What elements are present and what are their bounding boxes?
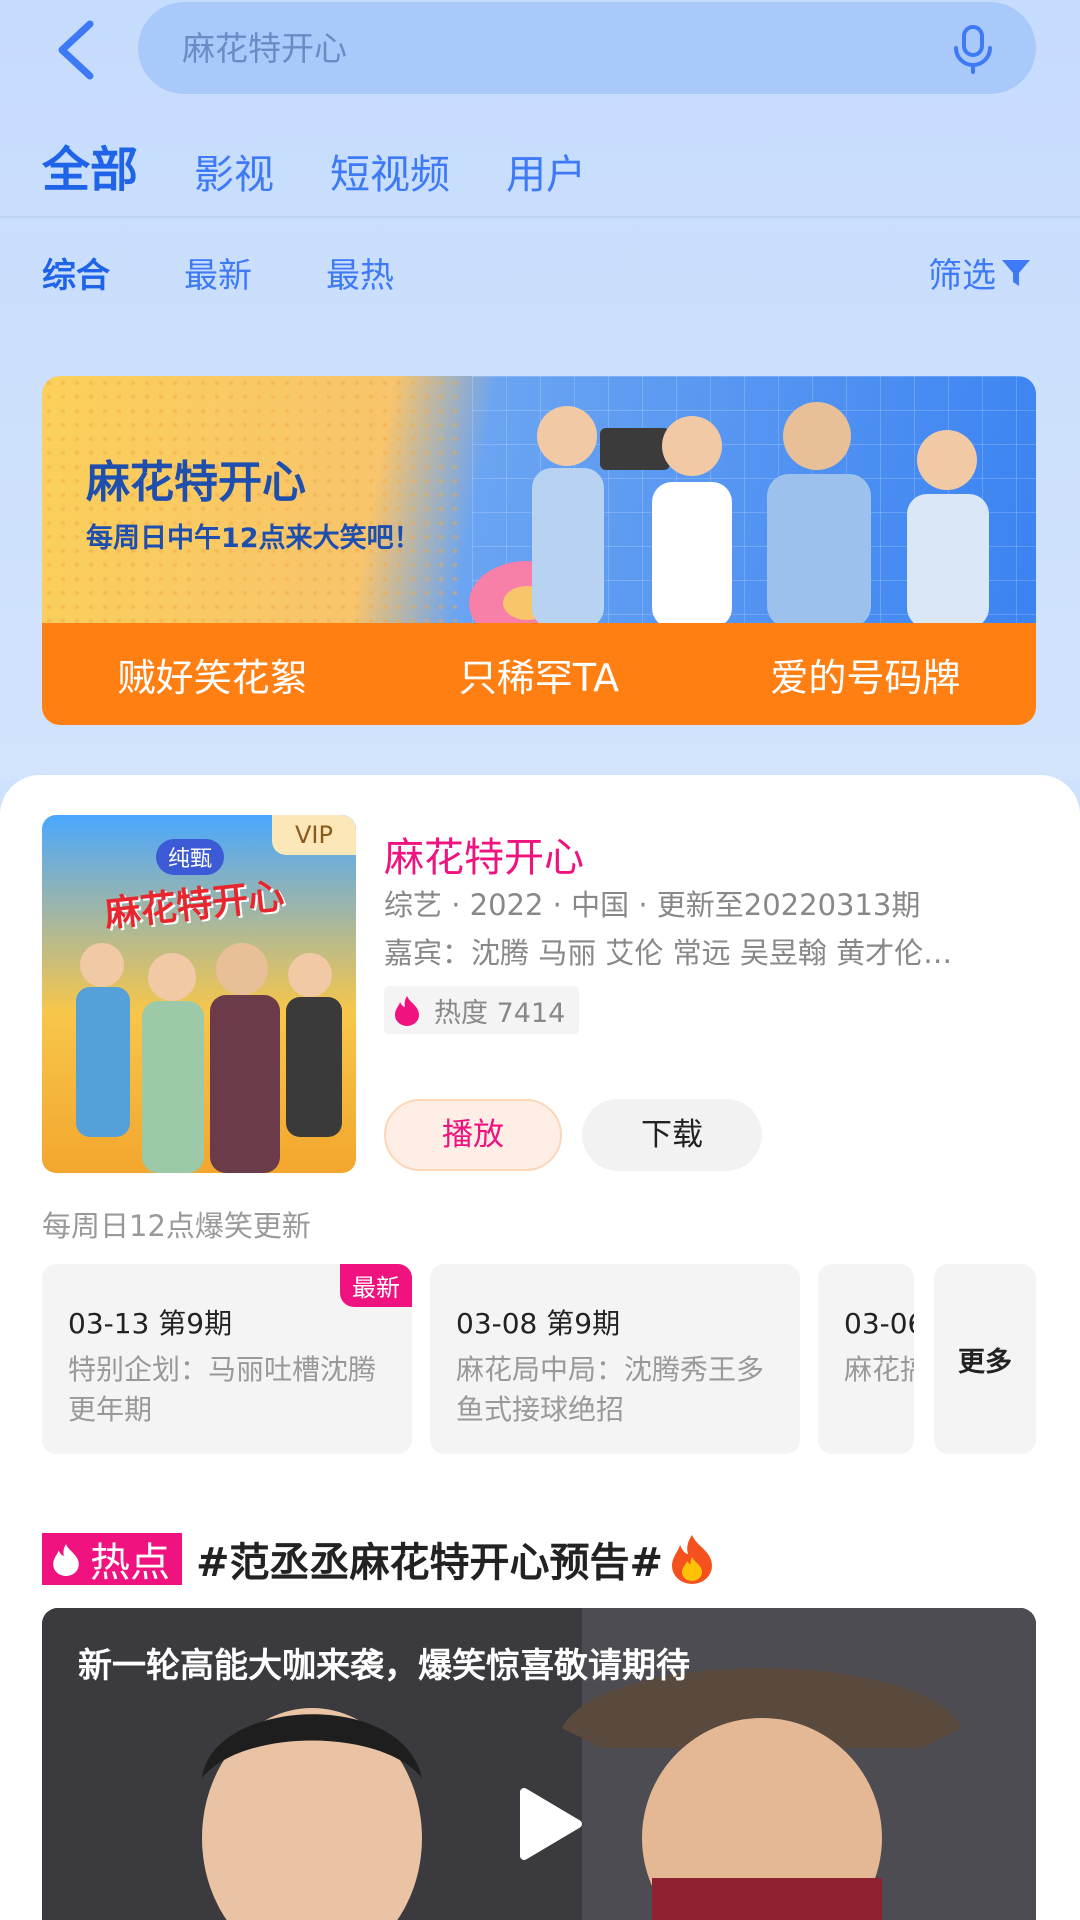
hotspot-tag-label: 热点 [90, 1540, 170, 1586]
banner-tab-only-ta[interactable]: 只稀罕TA [459, 647, 619, 702]
tab-short-video[interactable]: 短视频 [330, 142, 450, 200]
tabs-divider [0, 216, 1080, 218]
sort-latest[interactable]: 最新 [184, 248, 252, 297]
update-schedule-note: 每周日12点爆笑更新 [42, 1209, 311, 1243]
more-episodes-button[interactable]: 更多 [934, 1264, 1036, 1454]
filter-funnel-icon [1002, 259, 1030, 286]
hotspot-topic[interactable]: #范丞丞麻花特开心预告# [196, 1530, 663, 1588]
cast-photo-illustration [532, 402, 989, 628]
microphone-icon[interactable] [950, 24, 996, 74]
back-arrow-icon[interactable] [48, 18, 108, 82]
tab-users[interactable]: 用户 [506, 142, 586, 200]
heat-badge: 热度 7414 [384, 986, 580, 1034]
banner-tabs: 贼好笑花絮 只稀罕TA 爱的号码牌 [42, 623, 1036, 725]
banner-title: 麻花特开心 [86, 457, 306, 508]
search-input[interactable] [182, 22, 882, 74]
episode-description: 特别企划：马丽吐槽沈腾更年期 [68, 1353, 377, 1426]
episode-card[interactable]: 03-08 第9期 麻花局中局：沈腾秀王多鱼式接球绝招 [430, 1264, 800, 1454]
sort-options: 综合 最新 最热 [42, 248, 468, 297]
episode-date-number: 03-08 第9期 [456, 1307, 621, 1340]
sort-hottest[interactable]: 最热 [326, 248, 394, 297]
search-bar[interactable] [138, 2, 1036, 94]
promo-banner[interactable]: 麻花特开心 每周日中午12点来大笑吧！ 贼好笑花絮 只稀罕TA 爱的号码牌 [42, 376, 1036, 725]
fire-emoji-icon [672, 1535, 713, 1584]
episode-date-number: 03-06 第8期 [844, 1307, 914, 1340]
show-meta: 综艺 · 2022 · 中国 · 更新至20220313期 [384, 888, 921, 922]
banner-tab-outtakes[interactable]: 贼好笑花絮 [118, 647, 308, 702]
heat-label: 热度 7414 [434, 997, 566, 1029]
show-guests: 嘉宾：沈腾 马丽 艾伦 常远 吴昱翰 黄才伦… [384, 936, 953, 970]
category-tabs: 全部 影视 短视频 用户 [42, 140, 642, 200]
flame-icon [395, 996, 419, 1026]
video-title: 新一轮高能大咖来袭，爆笑惊喜敬请期待 [78, 1646, 690, 1686]
filter-label: 筛选 [928, 256, 996, 296]
show-poster[interactable]: VIP 纯甄 麻花特开心 [42, 815, 356, 1173]
poster-cast-illustration [76, 943, 342, 1173]
new-episode-badge: 最新 [340, 1264, 412, 1307]
episode-description: 麻花局中局：沈腾秀王多鱼式接球绝招 [456, 1353, 765, 1426]
poster-sponsor-badge: 纯甄 [156, 839, 225, 875]
episode-date-number: 03-13 第9期 [68, 1307, 233, 1340]
show-title[interactable]: 麻花特开心 [384, 825, 584, 883]
tab-film-tv[interactable]: 影视 [194, 142, 274, 200]
tab-all[interactable]: 全部 [42, 130, 138, 200]
sort-comprehensive[interactable]: 综合 [42, 248, 110, 297]
episode-list: 最新 03-13 第9期 特别企划：马丽吐槽沈腾更年期 03-08 第9期 麻花… [42, 1264, 1036, 1454]
banner-subtitle: 每周日中午12点来大笑吧！ [86, 523, 421, 554]
banner-tab-love-number[interactable]: 爱的号码牌 [770, 647, 960, 702]
hotspot-header: 热点 #范丞丞麻花特开心预告# [42, 1530, 715, 1588]
download-button[interactable]: 下载 [582, 1099, 762, 1171]
episode-description: 麻花搞笑“部落” [844, 1353, 914, 1386]
play-icon[interactable] [508, 1784, 588, 1864]
play-button[interactable]: 播放 [384, 1099, 562, 1171]
filter-button[interactable]: 筛选 [928, 248, 1032, 297]
vip-badge: VIP [272, 815, 356, 855]
video-preview[interactable]: 新一轮高能大咖来袭，爆笑惊喜敬请期待 [42, 1608, 1036, 1920]
hotspot-tag: 热点 [42, 1533, 182, 1586]
flame-icon [53, 1544, 79, 1577]
episode-card[interactable]: 03-06 第8期 麻花搞笑“部落” [818, 1264, 914, 1454]
episode-card[interactable]: 最新 03-13 第9期 特别企划：马丽吐槽沈腾更年期 [42, 1264, 412, 1454]
